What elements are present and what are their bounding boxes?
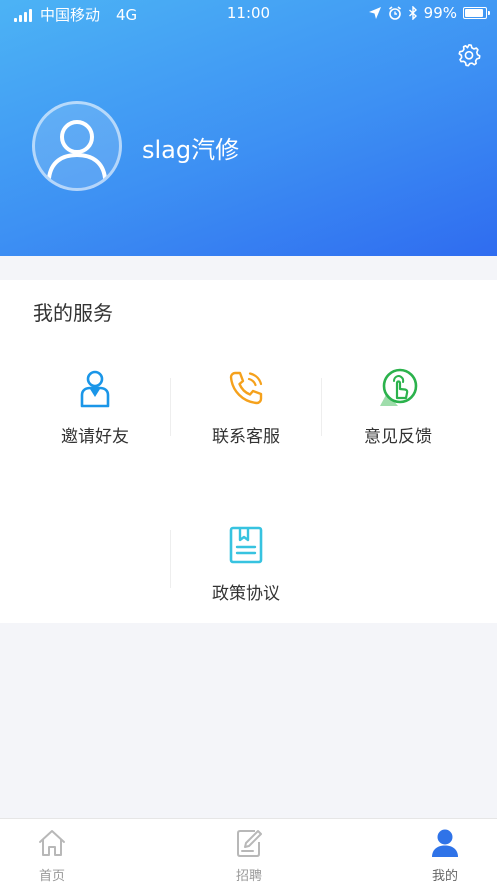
tab-recruitment[interactable]: 招聘 [219,827,279,884]
avatar[interactable] [32,101,122,191]
service-label: 联系客服 [212,427,280,447]
gear-icon[interactable] [456,42,482,68]
user-avatar-icon [47,120,107,180]
network-type: 4G [116,5,138,24]
service-label: 邀请好友 [61,427,129,447]
feedback-hand-icon [380,368,418,406]
service-feedback[interactable]: 意见反馈 [315,368,481,447]
battery-icon [463,7,490,19]
phone-icon [229,371,263,405]
tab-label: 首页 [38,869,65,884]
status-time: 11:00 [226,4,271,22]
battery-percent: 99% [423,4,457,22]
signal-icon [14,8,34,22]
invite-friend-icon [80,370,110,408]
tab-label: 招聘 [235,869,262,884]
home-icon [39,830,65,856]
location-icon [368,7,381,19]
user-icon [432,829,458,857]
alarm-icon [388,6,401,20]
carrier-name: 中国移动 [40,6,101,24]
service-invite-friend[interactable]: 邀请好友 [12,368,178,447]
tab-home[interactable]: 首页 [22,827,82,884]
profile-header: 中国移动 4G 11:00 99% slag汽修 [0,0,497,256]
my-services-section: 我的服务 邀请好友 联系客服 意见反馈 政策协议 [0,280,497,623]
tab-bar: 首页 招聘 我的 [0,818,497,884]
policy-document-icon [229,526,263,564]
service-contact-support[interactable]: 联系客服 [163,368,329,447]
username: slag汽修 [142,136,240,164]
edit-note-icon [237,830,262,857]
service-policy-agreement[interactable]: 政策协议 [163,525,329,604]
service-label: 政策协议 [212,584,280,604]
status-bar: 中国移动 4G 11:00 99% [0,0,497,26]
section-title: 我的服务 [33,301,113,325]
bluetooth-icon [408,6,417,20]
service-label: 意见反馈 [364,427,432,447]
tab-label: 我的 [431,869,458,884]
tab-mine[interactable]: 我的 [415,827,475,884]
